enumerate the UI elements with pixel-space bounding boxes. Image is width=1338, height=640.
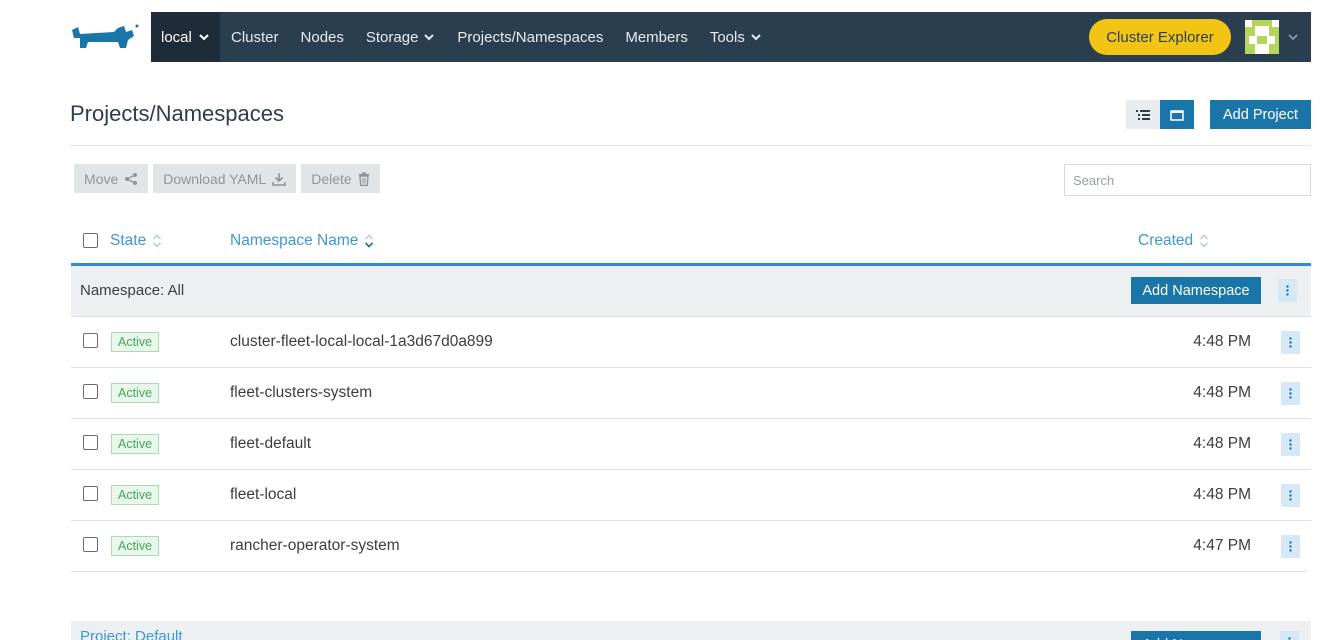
nav-tools[interactable]: Tools — [699, 12, 773, 62]
delete-button[interactable]: Delete — [301, 164, 380, 193]
chevron-down-icon — [751, 34, 761, 41]
created-time: 4:48 PM — [1193, 435, 1251, 452]
kebab-icon — [1289, 337, 1292, 348]
search-input[interactable] — [1064, 164, 1311, 196]
nav-projects-namespaces[interactable]: Projects/Namespaces — [446, 12, 614, 62]
chevron-down-icon — [199, 34, 209, 41]
sort-down-icon — [365, 234, 374, 248]
share-icon — [125, 172, 138, 185]
table-row: Active fleet-clusters-system 4:48 PM — [71, 368, 1311, 419]
project-group-label[interactable]: Project: Default — [80, 628, 183, 640]
row-actions-button[interactable] — [1281, 382, 1300, 405]
nav-nodes-label: Nodes — [300, 28, 344, 46]
row-checkbox[interactable] — [83, 384, 98, 399]
kebab-icon — [1289, 439, 1292, 450]
download-yaml-button[interactable]: Download YAML — [153, 164, 297, 193]
add-namespace-button[interactable]: Add Namespace — [1131, 631, 1261, 640]
namespace-group-header: Namespace: All Add Namespace — [71, 266, 1311, 317]
nav-members-label: Members — [625, 28, 688, 46]
group-actions-button[interactable] — [1280, 631, 1299, 640]
row-actions-button[interactable] — [1281, 535, 1300, 558]
folder-icon — [1170, 109, 1184, 121]
select-all-checkbox[interactable] — [83, 233, 98, 248]
sort-icon — [1200, 234, 1209, 248]
created-time: 4:48 PM — [1193, 333, 1251, 350]
table-row: Active fleet-local 4:48 PM — [71, 470, 1311, 521]
nav-nodes[interactable]: Nodes — [290, 12, 355, 62]
sort-icon — [153, 234, 162, 248]
table-row: Active rancher-operator-system 4:47 PM — [71, 521, 1307, 572]
download-yaml-label: Download YAML — [163, 170, 267, 187]
created-time: 4:47 PM — [1193, 537, 1251, 554]
nav-cluster-label: Cluster — [231, 28, 279, 46]
rancher-logo-icon — [72, 24, 139, 48]
created-time: 4:48 PM — [1193, 486, 1251, 503]
row-checkbox[interactable] — [83, 333, 98, 348]
created-time: 4:48 PM — [1193, 384, 1251, 401]
download-icon — [272, 172, 287, 186]
status-badge: Active — [111, 434, 160, 454]
cluster-selector-label: local — [161, 28, 192, 46]
name-column-label: Namespace Name — [230, 232, 359, 249]
table-row: Active cluster-fleet-local-local-1a3d67d… — [71, 317, 1311, 368]
list-icon — [1136, 109, 1150, 120]
namespace-name[interactable]: fleet-clusters-system — [230, 384, 372, 402]
delete-button-label: Delete — [311, 170, 352, 187]
status-badge: Active — [111, 332, 160, 352]
rancher-logo[interactable] — [70, 12, 151, 62]
group-label: Namespace: All — [80, 282, 185, 299]
kebab-icon — [1289, 541, 1292, 552]
status-badge: Active — [111, 383, 160, 403]
nav-cluster[interactable]: Cluster — [220, 12, 290, 62]
avatar-identicon-icon — [1245, 20, 1279, 54]
nav-storage-label: Storage — [365, 28, 419, 46]
move-button[interactable]: Move — [74, 164, 149, 193]
state-column-header[interactable]: State — [110, 232, 162, 250]
project-group-header: Project: Default Add Namespace — [71, 621, 1311, 640]
namespace-name[interactable]: fleet-local — [230, 486, 296, 504]
top-navbar: local Cluster Nodes Storage Projects/Nam… — [70, 12, 1311, 62]
row-checkbox[interactable] — [83, 435, 98, 450]
move-button-label: Move — [84, 170, 119, 187]
chevron-down-icon[interactable] — [1287, 31, 1299, 43]
status-badge: Active — [111, 536, 160, 556]
row-checkbox[interactable] — [83, 486, 98, 501]
name-column-header[interactable]: Namespace Name — [230, 232, 374, 250]
kebab-icon — [1289, 490, 1292, 501]
namespace-name[interactable]: fleet-default — [230, 435, 311, 453]
kebab-icon — [1289, 388, 1292, 399]
nav-tools-label: Tools — [709, 28, 745, 46]
add-project-button[interactable]: Add Project — [1210, 100, 1311, 129]
row-actions-button[interactable] — [1281, 484, 1300, 507]
view-toggle — [1126, 100, 1194, 129]
namespace-name[interactable]: cluster-fleet-local-local-1a3d67d0a899 — [230, 333, 493, 351]
nav-storage[interactable]: Storage — [355, 12, 447, 62]
nav-members[interactable]: Members — [614, 12, 699, 62]
nav-projects-label: Projects/Namespaces — [457, 28, 604, 46]
page-title: Projects/Namespaces — [70, 101, 284, 126]
cluster-selector[interactable]: local — [151, 12, 220, 62]
add-namespace-button[interactable]: Add Namespace — [1131, 277, 1261, 304]
group-actions-button[interactable] — [1278, 279, 1297, 302]
chevron-down-icon — [424, 34, 435, 41]
created-column-header[interactable]: Created — [1138, 232, 1209, 250]
row-checkbox[interactable] — [83, 537, 98, 552]
trash-icon — [358, 172, 369, 186]
card-view-button[interactable] — [1160, 100, 1194, 129]
state-column-label: State — [110, 232, 147, 249]
list-view-button[interactable] — [1126, 100, 1160, 129]
user-avatar[interactable] — [1245, 20, 1279, 54]
row-actions-button[interactable] — [1281, 331, 1300, 354]
header-divider — [70, 145, 1311, 146]
row-actions-button[interactable] — [1281, 433, 1300, 456]
bulk-actions: Move Download YAML Delete — [74, 164, 380, 193]
namespace-name[interactable]: rancher-operator-system — [230, 537, 400, 555]
created-column-label: Created — [1138, 232, 1194, 249]
table-row: Active fleet-default 4:48 PM — [71, 419, 1311, 470]
status-badge: Active — [111, 485, 160, 505]
cluster-explorer-button[interactable]: Cluster Explorer — [1089, 19, 1231, 55]
table-header: State Namespace Name Created — [71, 222, 1311, 266]
kebab-icon — [1286, 285, 1289, 296]
